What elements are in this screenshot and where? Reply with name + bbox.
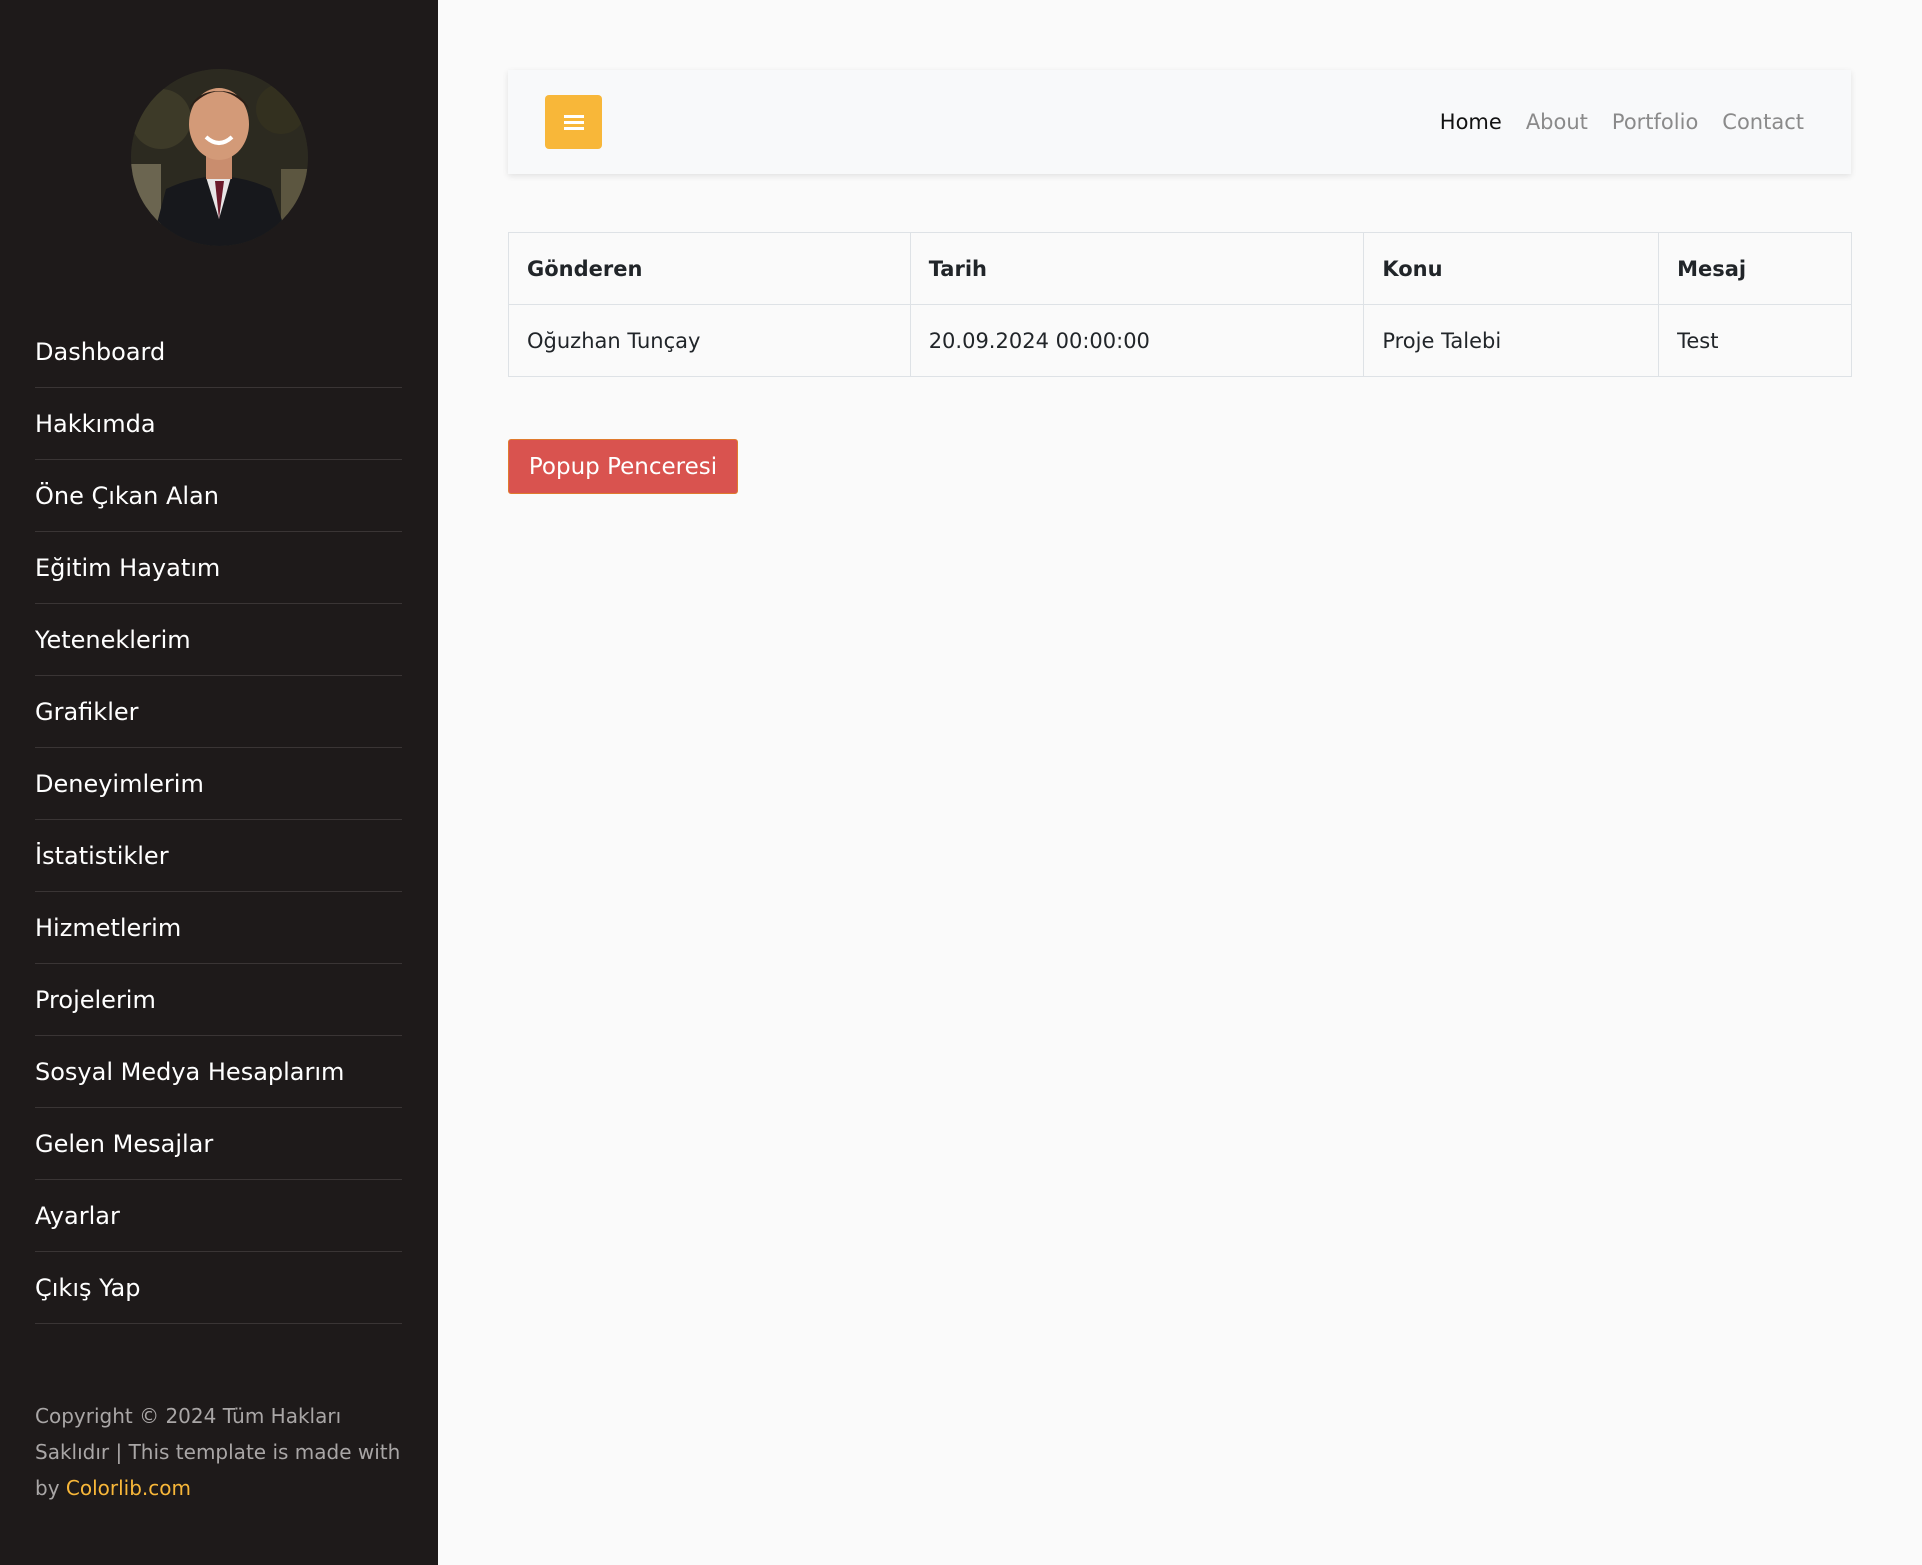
cell-tarih: 20.09.2024 00:00:00: [909, 304, 1365, 377]
sidebar: Dashboard Hakkımda Öne Çıkan Alan Eğitim…: [0, 0, 438, 1565]
sidebar-item-projelerim[interactable]: Projelerim: [35, 964, 402, 1036]
messages-table: Gönderen Tarih Konu Mesaj Oğuzhan Tunçay…: [508, 232, 1852, 377]
sidebar-menu: Dashboard Hakkımda Öne Çıkan Alan Eğitim…: [35, 316, 402, 1324]
sidebar-item-one-cikan-alan[interactable]: Öne Çıkan Alan: [35, 460, 402, 532]
sidebar-item-sosyal-medya[interactable]: Sosyal Medya Hesaplarım: [35, 1036, 402, 1108]
nav-link-portfolio[interactable]: Portfolio: [1612, 110, 1698, 134]
sidebar-item-gelen-mesajlar[interactable]: Gelen Mesajlar: [35, 1108, 402, 1180]
sidebar-item-dashboard[interactable]: Dashboard: [35, 316, 402, 388]
sidebar-item-hakkimda[interactable]: Hakkımda: [35, 388, 402, 460]
profile-photo: [131, 69, 308, 246]
table-row[interactable]: Oğuzhan Tunçay 20.09.2024 00:00:00 Proje…: [508, 304, 1852, 377]
sidebar-item-ayarlar[interactable]: Ayarlar: [35, 1180, 402, 1252]
sidebar-item-grafikler[interactable]: Grafikler: [35, 676, 402, 748]
nav-link-home[interactable]: Home: [1440, 110, 1502, 134]
sidebar-footer: Copyright © 2024 Tüm Hakları Saklıdır | …: [35, 1398, 407, 1506]
column-header-konu: Konu: [1363, 232, 1660, 305]
column-header-gonderen: Gönderen: [508, 232, 911, 305]
sidebar-item-hizmetlerim[interactable]: Hizmetlerim: [35, 892, 402, 964]
column-header-mesaj: Mesaj: [1658, 232, 1852, 305]
cell-mesaj: Test: [1658, 304, 1852, 377]
sidebar-item-egitim-hayatim[interactable]: Eğitim Hayatım: [35, 532, 402, 604]
colorlib-link[interactable]: Colorlib.com: [66, 1476, 191, 1500]
popup-button[interactable]: Popup Penceresi: [508, 439, 738, 494]
avatar[interactable]: [131, 69, 308, 246]
hamburger-menu-icon: [563, 112, 584, 133]
sidebar-item-cikis-yap[interactable]: Çıkış Yap: [35, 1252, 402, 1324]
column-header-tarih: Tarih: [909, 232, 1365, 305]
table-header-row: Gönderen Tarih Konu Mesaj: [508, 232, 1852, 305]
top-navbar: Home About Portfolio Contact: [508, 70, 1851, 174]
cell-konu: Proje Talebi: [1363, 304, 1660, 377]
nav-link-contact[interactable]: Contact: [1722, 110, 1804, 134]
sidebar-item-istatistikler[interactable]: İstatistikler: [35, 820, 402, 892]
sidebar-item-deneyimlerim[interactable]: Deneyimlerim: [35, 748, 402, 820]
nav-links: Home About Portfolio Contact: [1416, 70, 1804, 174]
sidebar-toggle-button[interactable]: [545, 95, 602, 149]
cell-gonderen: Oğuzhan Tunçay: [508, 304, 911, 377]
nav-link-about[interactable]: About: [1526, 110, 1588, 134]
sidebar-item-yeteneklerim[interactable]: Yeteneklerim: [35, 604, 402, 676]
